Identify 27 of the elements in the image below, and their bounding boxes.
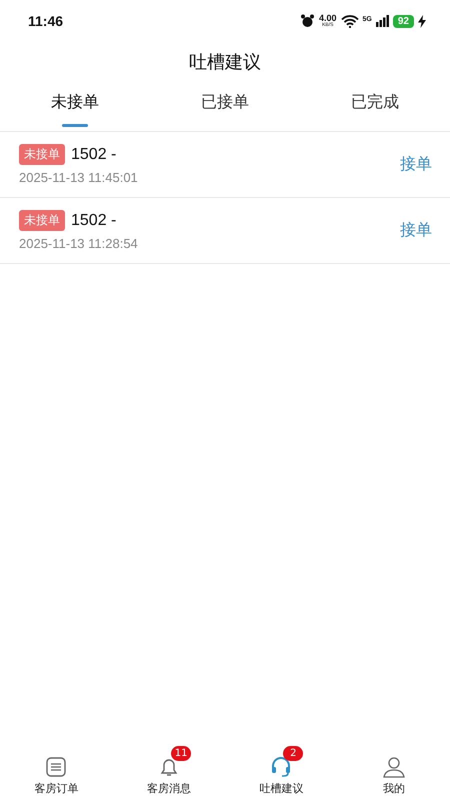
battery-level: 92 (392, 14, 414, 28)
order-time: 2025-11-13 11:28:54 (19, 236, 138, 251)
nav-item[interactable]: 2 吐槽建议 (225, 740, 338, 796)
nav-item[interactable]: 11 客房消息 (112, 740, 225, 796)
status-tag: 未接单 (19, 210, 65, 231)
nav-item[interactable]: 客房订单 (0, 740, 112, 796)
badge: 2 (283, 746, 304, 761)
headset-icon (270, 756, 292, 778)
accept-link[interactable]: 接单 (400, 154, 432, 175)
status-time: 11:46 (28, 13, 64, 29)
room-number: 1502 - (71, 146, 116, 164)
tab[interactable]: 已完成 (300, 86, 450, 131)
wifi-icon (340, 14, 359, 28)
room-number: 1502 - (71, 212, 116, 230)
status-tag: 未接单 (19, 144, 65, 165)
page-title: 吐槽建议 (188, 51, 262, 75)
accept-link[interactable]: 接单 (400, 220, 432, 241)
nav-item[interactable]: 我的 (338, 740, 450, 796)
person-icon (382, 756, 406, 778)
list-icon (45, 756, 68, 778)
badge: 11 (170, 746, 192, 761)
charging-icon (418, 14, 426, 28)
order-time: 2025-11-13 11:45:01 (19, 170, 138, 185)
tab[interactable]: 已接单 (150, 86, 300, 131)
tab[interactable]: 未接单 (0, 86, 150, 131)
net-speed: 4.00 (319, 14, 337, 23)
signal-icon (376, 15, 389, 27)
